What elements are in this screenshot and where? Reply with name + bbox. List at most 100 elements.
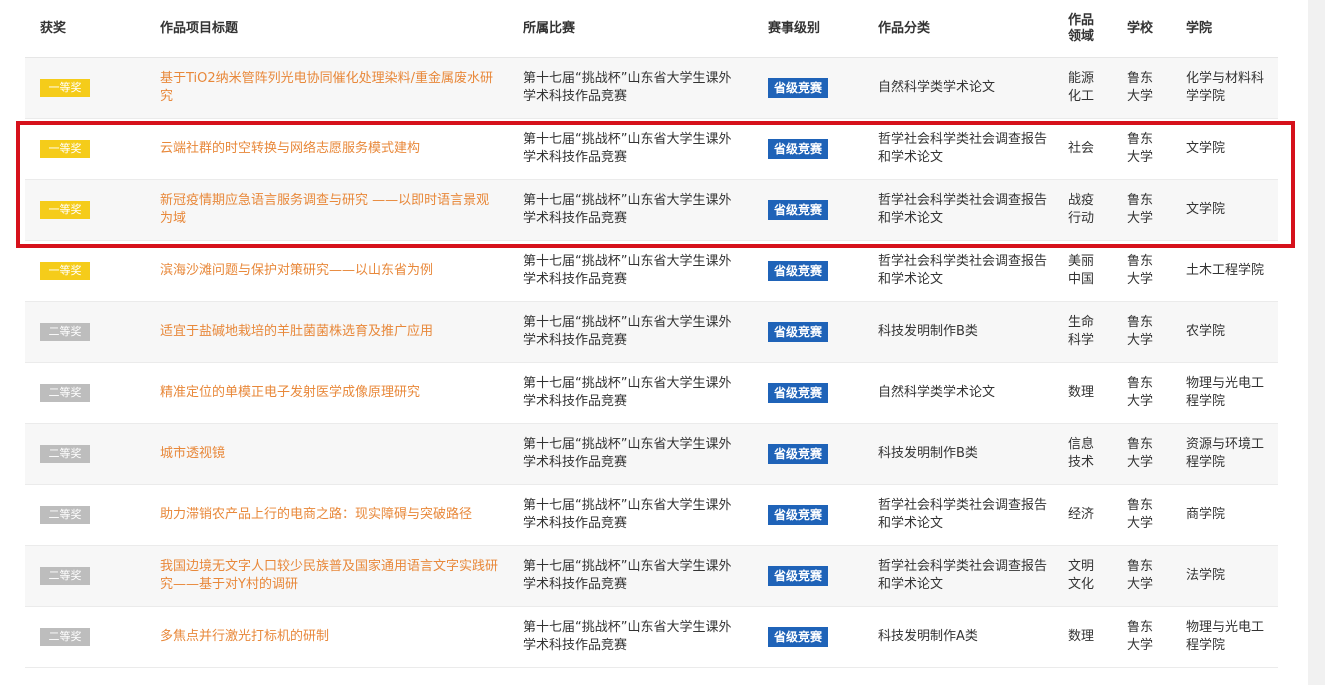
- award-cell: 二等奖: [40, 302, 150, 362]
- field-text: 生命科学: [1068, 315, 1095, 348]
- header-field: 作品领域: [1068, 13, 1095, 44]
- category-text: 科技发明制作A类: [878, 629, 978, 644]
- award-badge: 一等奖: [40, 201, 90, 219]
- table-row: 一等奖 滨海沙滩问题与保护对策研究——以山东省为例 第十七届“挑战杯”山东省大学生课…: [25, 241, 1278, 302]
- category-cell: 科技发明制作A类: [878, 607, 1048, 667]
- project-title-link[interactable]: 精准定位的单模正电子发射医学成像原理研究: [160, 384, 420, 402]
- school-text: 鲁东大学: [1127, 559, 1154, 592]
- school-text: 鲁东大学: [1127, 315, 1154, 348]
- field-cell: 战疫行动: [1068, 180, 1102, 240]
- college-text: 法学院: [1186, 568, 1226, 583]
- project-title-link[interactable]: 基于TiO2纳米管阵列光电协同催化处理染料/重金属废水研究: [160, 70, 500, 106]
- school-cell: 鲁东大学: [1127, 546, 1161, 606]
- title-cell: 助力滞销农产品上行的电商之路：现实障碍与突破路径: [160, 485, 500, 545]
- category-text: 自然科学类学术论文: [878, 385, 996, 400]
- awards-table: 获奖 作品项目标题 所属比赛 赛事级别 作品分类 作品领域 学校 学院 一等奖 基…: [25, 0, 1278, 668]
- scrollbar-track[interactable]: [1308, 0, 1325, 685]
- college-text: 物理与光电工程学院: [1186, 620, 1265, 653]
- school-text: 鲁东大学: [1127, 71, 1154, 104]
- category-text: 科技发明制作B类: [878, 324, 978, 339]
- category-cell: 自然科学类学术论文: [878, 58, 1048, 118]
- category-text: 哲学社会科学类社会调查报告和学术论文: [878, 559, 1048, 592]
- header-award: 获奖: [40, 21, 67, 36]
- category-cell: 自然科学类学术论文: [878, 363, 1048, 423]
- category-text: 哲学社会科学类社会调查报告和学术论文: [878, 498, 1048, 531]
- college-cell: 土木工程学院: [1186, 241, 1266, 301]
- competition-cell: 第十七届“挑战杯”山东省大学生课外学术科技作品竞赛: [523, 363, 738, 423]
- award-cell: 一等奖: [40, 241, 150, 301]
- competition-text: 第十七届“挑战杯”山东省大学生课外学术科技作品竞赛: [523, 132, 732, 165]
- table-row: 二等奖 我国边境无文字人口较少民族普及国家通用语言文字实践研究——基于对Y村的调研…: [25, 546, 1278, 607]
- level-cell: 省级竞赛: [768, 180, 868, 240]
- school-text: 鲁东大学: [1127, 620, 1154, 653]
- award-badge: 二等奖: [40, 506, 90, 524]
- level-cell: 省级竞赛: [768, 546, 868, 606]
- field-cell: 社会: [1068, 119, 1102, 179]
- field-text: 信息技术: [1068, 437, 1095, 470]
- award-badge: 一等奖: [40, 79, 90, 97]
- award-badge: 二等奖: [40, 323, 90, 341]
- table-row: 一等奖 新冠疫情期应急语言服务调查与研究 ——以即时语言景观为域 第十七届“挑战杯”…: [25, 180, 1278, 241]
- competition-text: 第十七届“挑战杯”山东省大学生课外学术科技作品竞赛: [523, 71, 732, 104]
- school-cell: 鲁东大学: [1127, 607, 1161, 667]
- college-cell: 文学院: [1186, 180, 1266, 240]
- school-text: 鲁东大学: [1127, 254, 1154, 287]
- school-cell: 鲁东大学: [1127, 424, 1161, 484]
- title-cell: 基于TiO2纳米管阵列光电协同催化处理染料/重金属废水研究: [160, 58, 500, 118]
- award-badge: 二等奖: [40, 384, 90, 402]
- project-title-link[interactable]: 助力滞销农产品上行的电商之路：现实障碍与突破路径: [160, 506, 472, 524]
- field-cell: 数理: [1068, 607, 1102, 667]
- college-text: 商学院: [1186, 507, 1226, 522]
- category-cell: 哲学社会科学类社会调查报告和学术论文: [878, 119, 1048, 179]
- competition-text: 第十七届“挑战杯”山东省大学生课外学术科技作品竞赛: [523, 315, 732, 348]
- school-text: 鲁东大学: [1127, 498, 1154, 531]
- project-title-link[interactable]: 多焦点并行激光打标机的研制: [160, 628, 329, 646]
- level-badge: 省级竞赛: [768, 627, 829, 647]
- table-header: 获奖 作品项目标题 所属比赛 赛事级别 作品分类 作品领域 学校 学院: [25, 0, 1278, 58]
- project-title-link[interactable]: 滨海沙滩问题与保护对策研究——以山东省为例: [160, 262, 433, 280]
- header-category: 作品分类: [878, 21, 931, 36]
- competition-cell: 第十七届“挑战杯”山东省大学生课外学术科技作品竞赛: [523, 119, 738, 179]
- project-title-link[interactable]: 适宜于盐碱地栽培的羊肚菌菌株选育及推广应用: [160, 323, 433, 341]
- project-title-link[interactable]: 城市透视镜: [160, 445, 225, 463]
- level-cell: 省级竞赛: [768, 424, 868, 484]
- level-badge: 省级竞赛: [768, 78, 829, 98]
- field-cell: 美丽中国: [1068, 241, 1102, 301]
- college-cell: 物理与光电工程学院: [1186, 363, 1266, 423]
- table-row: 二等奖 精准定位的单模正电子发射医学成像原理研究 第十七届“挑战杯”山东省大学生课外…: [25, 363, 1278, 424]
- field-cell: 生命科学: [1068, 302, 1102, 362]
- competition-text: 第十七届“挑战杯”山东省大学生课外学术科技作品竞赛: [523, 559, 732, 592]
- school-text: 鲁东大学: [1127, 376, 1154, 409]
- school-text: 鲁东大学: [1127, 437, 1154, 470]
- award-cell: 一等奖: [40, 58, 150, 118]
- field-cell: 经济: [1068, 485, 1102, 545]
- competition-text: 第十七届“挑战杯”山东省大学生课外学术科技作品竞赛: [523, 254, 732, 287]
- field-cell: 信息技术: [1068, 424, 1102, 484]
- field-text: 美丽中国: [1068, 254, 1095, 287]
- level-cell: 省级竞赛: [768, 241, 868, 301]
- level-cell: 省级竞赛: [768, 363, 868, 423]
- level-badge: 省级竞赛: [768, 261, 829, 281]
- award-cell: 一等奖: [40, 180, 150, 240]
- project-title-link[interactable]: 云端社群的时空转换与网络志愿服务模式建构: [160, 140, 420, 158]
- college-text: 文学院: [1186, 141, 1226, 156]
- level-cell: 省级竞赛: [768, 119, 868, 179]
- field-cell: 文明文化: [1068, 546, 1102, 606]
- header-college: 学院: [1186, 21, 1213, 36]
- school-cell: 鲁东大学: [1127, 302, 1161, 362]
- table-row: 一等奖 云端社群的时空转换与网络志愿服务模式建构 第十七届“挑战杯”山东省大学生课外…: [25, 119, 1278, 180]
- header-level: 赛事级别: [768, 21, 821, 36]
- page: 获奖 作品项目标题 所属比赛 赛事级别 作品分类 作品领域 学校 学院 一等奖 基…: [0, 0, 1325, 685]
- field-text: 经济: [1068, 507, 1095, 522]
- category-cell: 哲学社会科学类社会调查报告和学术论文: [878, 241, 1048, 301]
- project-title-link[interactable]: 新冠疫情期应急语言服务调查与研究 ——以即时语言景观为域: [160, 192, 500, 228]
- title-cell: 我国边境无文字人口较少民族普及国家通用语言文字实践研究——基于对Y村的调研: [160, 546, 500, 606]
- table-row: 二等奖 多焦点并行激光打标机的研制 第十七届“挑战杯”山东省大学生课外学术科技作品竞…: [25, 607, 1278, 668]
- school-text: 鲁东大学: [1127, 132, 1154, 165]
- competition-text: 第十七届“挑战杯”山东省大学生课外学术科技作品竞赛: [523, 376, 732, 409]
- award-badge: 二等奖: [40, 445, 90, 463]
- competition-cell: 第十七届“挑战杯”山东省大学生课外学术科技作品竞赛: [523, 241, 738, 301]
- project-title-link[interactable]: 我国边境无文字人口较少民族普及国家通用语言文字实践研究——基于对Y村的调研: [160, 558, 500, 594]
- title-cell: 云端社群的时空转换与网络志愿服务模式建构: [160, 119, 500, 179]
- award-badge: 二等奖: [40, 628, 90, 646]
